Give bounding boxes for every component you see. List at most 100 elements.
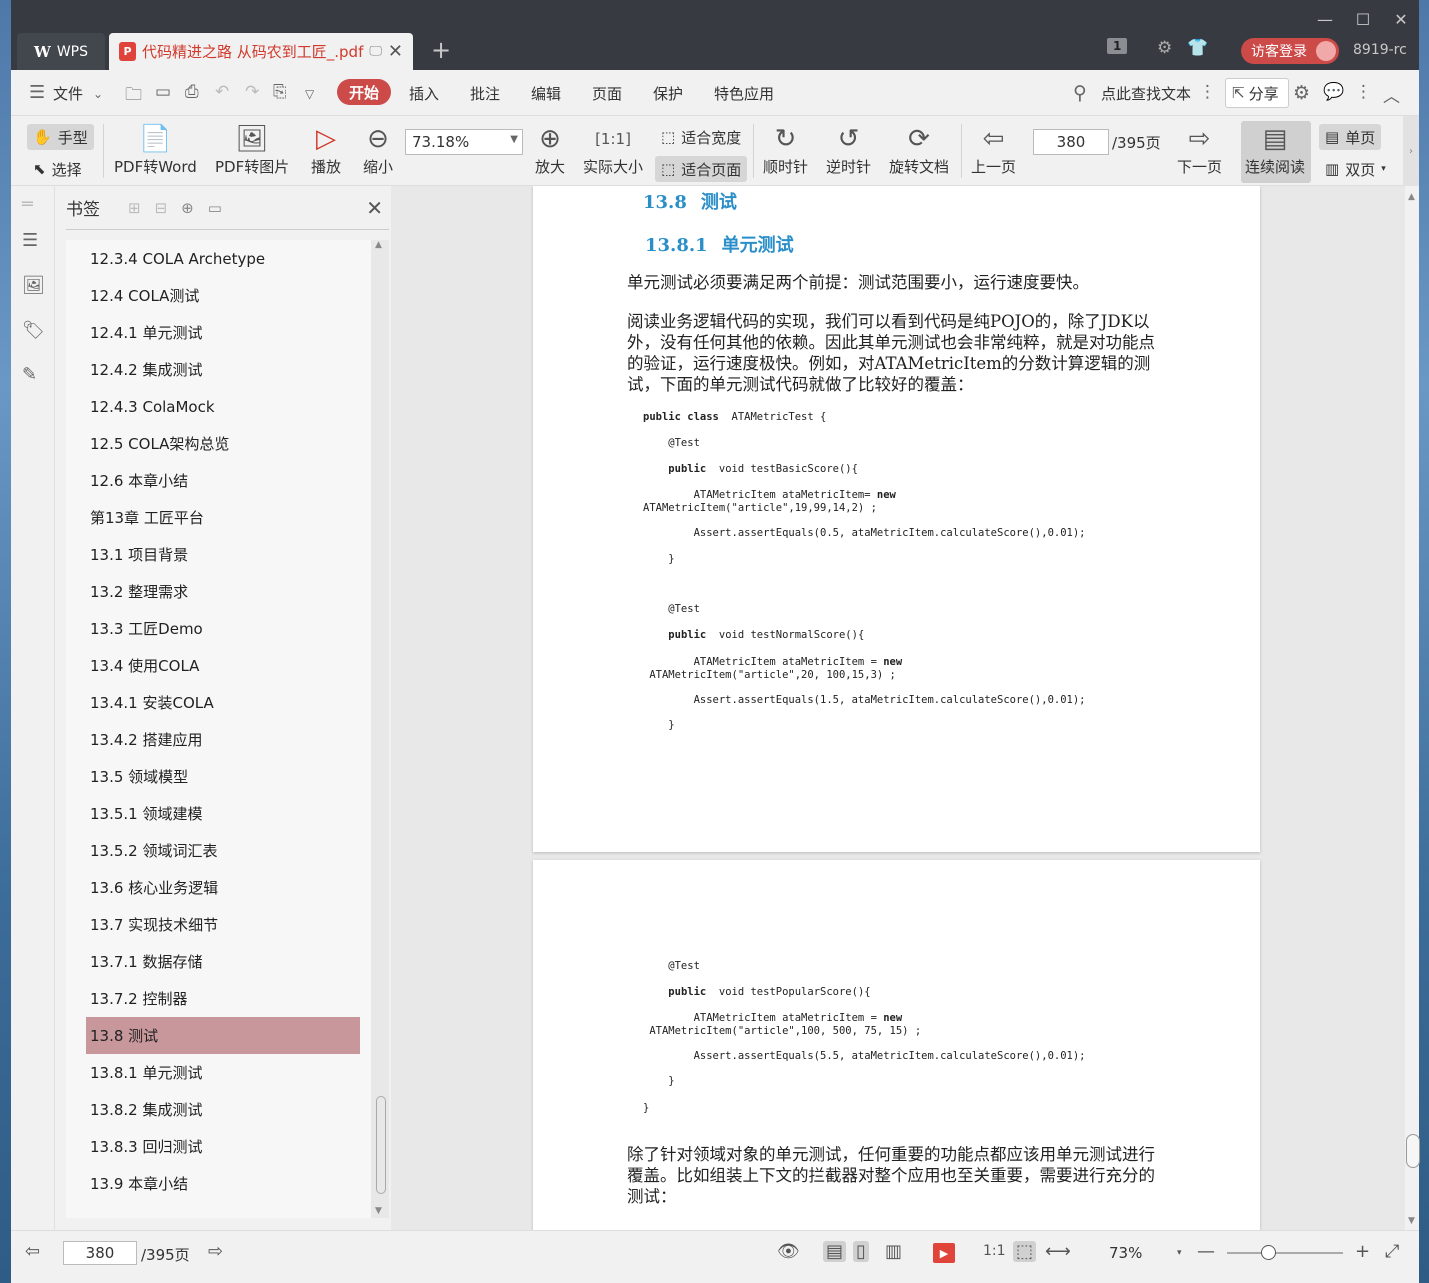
fullscreen-icon[interactable]: ⤢ bbox=[1385, 1241, 1399, 1262]
fit-page-button[interactable]: ⬚ 适合页面 bbox=[655, 156, 748, 182]
bookmark-item[interactable]: 12.4 COLA测试 bbox=[66, 277, 371, 314]
bookmark-item[interactable]: 13.8.2 集成测试 bbox=[66, 1091, 371, 1128]
prev-page-icon[interactable]: ⇦ bbox=[25, 1241, 40, 1262]
next-page-button[interactable]: ⇨ 下一页 bbox=[1177, 122, 1222, 177]
find-text-field[interactable]: 点此查找文本 bbox=[1101, 83, 1191, 104]
pdf-to-image-button[interactable]: 🖼 PDF转图片 bbox=[215, 122, 289, 177]
pdf-to-word-button[interactable]: 📄 PDF转Word bbox=[114, 122, 197, 177]
zoom-in-icon[interactable]: + bbox=[1355, 1241, 1370, 1262]
menu-tab-insert[interactable]: 插入 bbox=[409, 83, 439, 104]
skin-icon[interactable]: ⚙ bbox=[1157, 38, 1172, 58]
status-zoom-value[interactable]: 73% bbox=[1109, 1244, 1142, 1262]
bookmark-item[interactable]: 13.3 工匠Demo bbox=[66, 610, 371, 647]
menu-tab-start[interactable]: 开始 bbox=[337, 79, 391, 105]
annotation-icon[interactable]: ✎ bbox=[22, 364, 37, 385]
bookmark-item[interactable]: 13.9 本章小结 bbox=[66, 1165, 371, 1202]
bookmark-scrollbar[interactable]: ▲ ▼ bbox=[371, 240, 389, 1218]
fit-width-button[interactable]: ⬚ 适合宽度 bbox=[655, 124, 747, 150]
bookmark-item[interactable]: 13.5.2 领域词汇表 bbox=[66, 832, 371, 869]
double-view-icon[interactable]: ▥ bbox=[885, 1241, 902, 1262]
menu-tab-page[interactable]: 页面 bbox=[592, 83, 622, 104]
menu-tab-protect[interactable]: 保护 bbox=[653, 83, 683, 104]
menu-tab-edit[interactable]: 编辑 bbox=[531, 83, 561, 104]
add-bookmark-icon[interactable]: ⊕ bbox=[181, 199, 194, 217]
bookmark-item[interactable]: 12.4.3 ColaMock bbox=[66, 388, 371, 425]
shirt-icon[interactable]: 👕 bbox=[1187, 38, 1208, 58]
more-dropdown-icon[interactable]: ▽ bbox=[305, 87, 314, 101]
bookmark-item[interactable]: 12.5 COLA架构总览 bbox=[66, 425, 371, 462]
export-image-icon[interactable]: ⎘ bbox=[273, 82, 287, 102]
zoom-out-button[interactable]: ⊖ 缩小 bbox=[363, 122, 393, 177]
tag-icon[interactable]: 🏷 bbox=[22, 320, 45, 341]
actual-size-button[interactable]: [1:1] 实际大小 bbox=[583, 122, 643, 177]
file-menu[interactable]: 文件 bbox=[53, 83, 83, 104]
zoom-out-icon[interactable]: — bbox=[1197, 1241, 1215, 1262]
close-panel-icon[interactable]: ✕ bbox=[366, 196, 383, 220]
bookmark-scroll-thumb[interactable] bbox=[376, 1096, 386, 1194]
bookmark-item[interactable]: 13.4.2 搭建应用 bbox=[66, 721, 371, 758]
next-page-icon[interactable]: ⇨ bbox=[208, 1241, 223, 1262]
scroll-up-icon[interactable]: ▲ bbox=[1408, 192, 1415, 202]
rotate-counterclockwise-button[interactable]: ↺ 逆时针 bbox=[826, 122, 871, 177]
document-viewport[interactable]: 13.8 测试 13.8.1 单元测试 单元测试必须要满足两个前提：测试范围要小，运… bbox=[391, 186, 1405, 1230]
edit-bookmark-icon[interactable]: ▭ bbox=[208, 199, 222, 217]
bookmark-item[interactable]: 13.7.1 数据存储 bbox=[66, 943, 371, 980]
bookmark-item[interactable]: 12.4.1 单元测试 bbox=[66, 314, 371, 351]
continuous-view-icon[interactable]: ▤ bbox=[823, 1241, 847, 1262]
select-tool-button[interactable]: ⬉ 选择 bbox=[27, 156, 88, 182]
bookmark-item[interactable]: 13.5 领域模型 bbox=[66, 758, 371, 795]
outline-icon[interactable]: ☰ bbox=[22, 230, 38, 251]
close-window-icon[interactable]: ✕ bbox=[1387, 10, 1415, 29]
collapse-ribbon-icon[interactable]: ︿ bbox=[1383, 82, 1400, 107]
bookmark-item[interactable]: 13.6 核心业务逻辑 bbox=[66, 869, 371, 906]
bookmark-item[interactable]: 第13章 工匠平台 bbox=[66, 499, 371, 536]
tab-close-icon[interactable]: ✕ bbox=[388, 41, 403, 62]
zoom-select[interactable]: 73.18% ▼ bbox=[405, 129, 523, 155]
zoom-in-button[interactable]: ⊕ 放大 bbox=[535, 122, 565, 177]
bookmark-item[interactable]: 12.6 本章小结 bbox=[66, 462, 371, 499]
undo-icon[interactable]: ↶ bbox=[215, 82, 229, 102]
eye-protection-icon[interactable]: 👁 bbox=[777, 1241, 800, 1262]
new-tab-icon[interactable]: + bbox=[431, 36, 451, 64]
bookmark-item[interactable]: 13.7.2 控制器 bbox=[66, 980, 371, 1017]
document-scrollbar[interactable]: ▲ ▼ bbox=[1405, 186, 1420, 1230]
play-button[interactable]: ▷ 播放 bbox=[311, 122, 341, 177]
menu-tab-annotate[interactable]: 批注 bbox=[470, 83, 500, 104]
slideshow-play-icon[interactable]: ▶ bbox=[933, 1243, 955, 1263]
minimize-icon[interactable]: — bbox=[1311, 10, 1339, 29]
chevron-down-icon[interactable]: ⌄ bbox=[93, 87, 103, 101]
comment-icon[interactable]: 💬 bbox=[1323, 82, 1344, 102]
bookmark-item[interactable]: 13.5.1 领域建模 bbox=[66, 795, 371, 832]
bookmark-item[interactable]: 13.2 整理需求 bbox=[66, 573, 371, 610]
status-page-input[interactable]: 380 bbox=[63, 1241, 137, 1265]
bookmark-item[interactable]: 12.3.4 COLA Archetype bbox=[66, 240, 371, 277]
maximize-icon[interactable]: ☐ bbox=[1349, 10, 1377, 29]
rotate-clockwise-button[interactable]: ↻ 顺时针 bbox=[763, 122, 808, 177]
bookmark-item[interactable]: 13.8.3 回归测试 bbox=[66, 1128, 371, 1165]
page-number-input[interactable]: 380 bbox=[1033, 129, 1109, 155]
more-vertical-icon-2[interactable]: ⋮ bbox=[1355, 82, 1372, 102]
zoom-slider[interactable] bbox=[1227, 1245, 1343, 1260]
open-folder-icon[interactable]: 🗀 bbox=[125, 82, 142, 111]
hand-tool-button[interactable]: ✋ 手型 bbox=[27, 124, 94, 150]
window-count-badge[interactable]: 1 bbox=[1107, 38, 1128, 54]
share-button[interactable]: ⇱ 分享 bbox=[1225, 78, 1289, 108]
scroll-up-icon[interactable]: ▲ bbox=[375, 240, 382, 250]
bookmark-item[interactable]: 13.8 测试 bbox=[86, 1017, 360, 1054]
zoom-slider-knob[interactable] bbox=[1261, 1245, 1276, 1260]
bookmark-item[interactable]: 12.4.2 集成测试 bbox=[66, 351, 371, 388]
fit-page-icon[interactable]: ⬚ bbox=[1013, 1241, 1037, 1262]
thumbnail-icon[interactable]: 🖼 bbox=[22, 275, 45, 296]
actual-size-icon[interactable]: 1:1 bbox=[983, 1243, 1006, 1259]
prev-page-button[interactable]: ⇦ 上一页 bbox=[971, 122, 1016, 177]
scroll-down-icon[interactable]: ▼ bbox=[1408, 1216, 1415, 1226]
bookmark-item[interactable]: 13.7 实现技术细节 bbox=[66, 906, 371, 943]
search-icon[interactable]: ⚲ bbox=[1073, 82, 1087, 104]
document-scroll-thumb[interactable] bbox=[1406, 1134, 1420, 1168]
bookmark-item[interactable]: 13.4.1 安装COLA bbox=[66, 684, 371, 721]
bookmark-item[interactable]: 13.1 项目背景 bbox=[66, 536, 371, 573]
more-vertical-icon[interactable]: ⋮ bbox=[1199, 82, 1216, 102]
double-page-button[interactable]: ▥ 双页 ▾ bbox=[1319, 156, 1392, 182]
single-page-button[interactable]: ▤ 单页 bbox=[1319, 124, 1382, 150]
redo-icon[interactable]: ↷ bbox=[245, 82, 259, 102]
